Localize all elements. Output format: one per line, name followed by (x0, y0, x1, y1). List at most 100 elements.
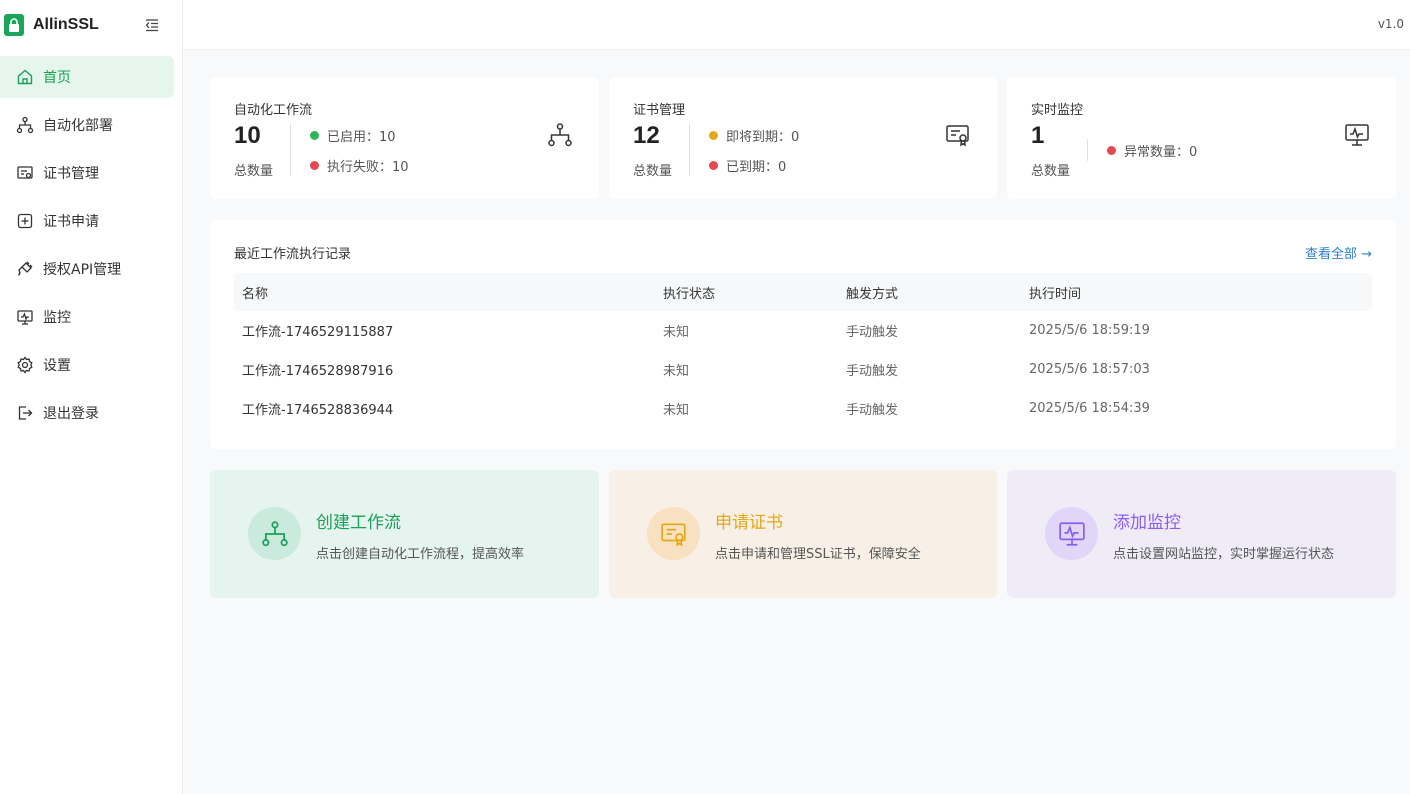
sidebar-item-home[interactable]: 首页 (0, 56, 174, 98)
red-dot-icon (1107, 146, 1116, 155)
plus-square-icon (16, 212, 34, 230)
sidebar-menu: 首页 自动化部署 证书管理 证书申请 授权API管理 监控 设置 退出登录 (0, 50, 182, 434)
stat-card-workflow[interactable]: 自动化工作流 10 总数量 已启用：10 执行失败：10 (210, 77, 599, 199)
logout-icon (16, 404, 34, 422)
cell-time: 2025/5/6 18:54:39 (1029, 401, 1150, 416)
monitor-icon (1045, 507, 1098, 560)
sidebar-item-label: 退出登录 (43, 406, 99, 422)
cell-trigger: 手动触发 (846, 325, 899, 340)
stat-failed: 执行失败：10 (310, 156, 409, 175)
monitor-icon (16, 308, 34, 326)
stat-card-cert[interactable]: 证书管理 12 总数量 即将到期：0 已到期：0 (609, 77, 997, 199)
api-plug-icon (16, 260, 34, 278)
sidebar-item-logout[interactable]: 退出登录 (0, 392, 174, 434)
table-row[interactable]: 工作流-1746529115887 未知 手动触发 2025/5/6 18:59… (234, 311, 1372, 350)
divider (290, 124, 291, 176)
sidebar: AllinSSL 首页 自动化部署 证书管理 证书申请 授权API管理 监控 设… (0, 0, 183, 794)
green-dot-icon (310, 131, 319, 140)
cell-name: 工作流-1746528836944 (242, 403, 394, 418)
sidebar-item-label: 证书申请 (43, 214, 99, 230)
certificate-icon (16, 164, 34, 182)
qa-title: 添加监控 (1113, 513, 1181, 533)
sidebar-item-settings[interactable]: 设置 (0, 344, 174, 386)
version-label: v1.0 (1377, 17, 1404, 31)
sidebar-item-label: 授权API管理 (43, 262, 122, 278)
home-icon (16, 68, 34, 86)
sidebar-item-label: 首页 (43, 70, 71, 86)
certificate-icon (945, 122, 971, 148)
sidebar-item-deploy[interactable]: 自动化部署 (0, 104, 174, 146)
stat-title: 证书管理 (633, 103, 686, 118)
lock-logo-icon (4, 14, 24, 36)
cell-status: 未知 (663, 364, 690, 379)
stat-expired: 已到期：0 (709, 156, 786, 175)
stat-total: 10 (234, 122, 261, 149)
divider (689, 124, 690, 176)
stat-title: 自动化工作流 (234, 103, 313, 118)
gear-icon (16, 356, 34, 374)
table-header: 名称 执行状态 触发方式 执行时间 (234, 273, 1372, 311)
sidebar-item-monitor[interactable]: 监控 (0, 296, 174, 338)
stat-card-monitor[interactable]: 实时监控 1 总数量 异常数量：0 (1007, 77, 1396, 199)
brand-name: AllinSSL (33, 16, 99, 33)
view-all-link[interactable]: 查看全部 → (1305, 243, 1372, 262)
cell-trigger: 手动触发 (846, 403, 899, 418)
column-header[interactable]: 执行时间 (1029, 283, 1372, 302)
divider (1087, 139, 1088, 161)
certificate-icon (647, 507, 700, 560)
add-monitor-card[interactable]: 添加监控 点击设置网站监控，实时掌握运行状态 (1007, 470, 1396, 598)
stat-total: 12 (633, 122, 660, 149)
stat-abnormal-text: 异常数量：0 (1124, 145, 1198, 160)
stat-expiring: 即将到期：0 (709, 126, 799, 145)
sidebar-item-label: 自动化部署 (43, 118, 113, 134)
monitor-icon (1344, 122, 1370, 148)
workflow-icon (16, 116, 34, 134)
stat-enabled-text: 已启用：10 (327, 130, 396, 145)
cell-name: 工作流-1746528987916 (242, 364, 394, 379)
stat-failed-text: 执行失败：10 (327, 160, 409, 175)
stat-title: 实时监控 (1031, 103, 1084, 118)
stat-abnormal: 异常数量：0 (1107, 141, 1197, 160)
stat-enabled: 已启用：10 (310, 126, 396, 145)
qa-desc: 点击设置网站监控，实时掌握运行状态 (1113, 547, 1335, 562)
sidebar-item-api[interactable]: 授权API管理 (0, 248, 174, 290)
stat-expiring-text: 即将到期：0 (726, 130, 800, 145)
apply-cert-card[interactable]: 申请证书 点击申请和管理SSL证书，保障安全 (609, 470, 997, 598)
qa-desc: 点击创建自动化工作流程，提高效率 (316, 547, 525, 562)
cell-time: 2025/5/6 18:57:03 (1029, 362, 1150, 377)
cell-name: 工作流-1746529115887 (242, 325, 394, 340)
qa-title: 创建工作流 (316, 513, 401, 533)
records-table: 名称 执行状态 触发方式 执行时间 工作流-1746529115887 未知 手… (234, 273, 1372, 428)
cell-status: 未知 (663, 325, 690, 340)
sidebar-item-cert-manage[interactable]: 证书管理 (0, 152, 174, 194)
table-row[interactable]: 工作流-1746528836944 未知 手动触发 2025/5/6 18:54… (234, 389, 1372, 428)
workflow-icon (248, 507, 301, 560)
stat-total-label: 总数量 (234, 164, 274, 179)
sidebar-item-cert-apply[interactable]: 证书申请 (0, 200, 174, 242)
stat-total-label: 总数量 (633, 164, 673, 179)
column-header[interactable]: 名称 (234, 283, 663, 302)
red-dot-icon (310, 161, 319, 170)
collapse-menu-icon[interactable] (144, 17, 160, 33)
yellow-dot-icon (709, 131, 718, 140)
cell-status: 未知 (663, 403, 690, 418)
stat-expired-text: 已到期：0 (726, 160, 787, 175)
cell-trigger: 手动触发 (846, 364, 899, 379)
workflow-icon (547, 122, 573, 148)
recent-workflow-records: 最近工作流执行记录 查看全部 → 名称 执行状态 触发方式 执行时间 工作流-1… (210, 220, 1396, 449)
column-header[interactable]: 执行状态 (663, 283, 846, 302)
qa-desc: 点击申请和管理SSL证书，保障安全 (715, 547, 921, 562)
create-workflow-card[interactable]: 创建工作流 点击创建自动化工作流程，提高效率 (210, 470, 599, 598)
red-dot-icon (709, 161, 718, 170)
sidebar-item-label: 设置 (43, 358, 71, 374)
sidebar-item-label: 监控 (43, 310, 71, 326)
top-header: v1.0 (183, 0, 1410, 50)
stat-total-label: 总数量 (1031, 164, 1071, 179)
stat-total: 1 (1031, 122, 1045, 149)
cell-time: 2025/5/6 18:59:19 (1029, 323, 1150, 338)
brand: AllinSSL (0, 0, 182, 50)
table-row[interactable]: 工作流-1746528987916 未知 手动触发 2025/5/6 18:57… (234, 350, 1372, 389)
qa-title: 申请证书 (715, 513, 783, 533)
sidebar-item-label: 证书管理 (43, 166, 99, 182)
column-header[interactable]: 触发方式 (846, 283, 1029, 302)
